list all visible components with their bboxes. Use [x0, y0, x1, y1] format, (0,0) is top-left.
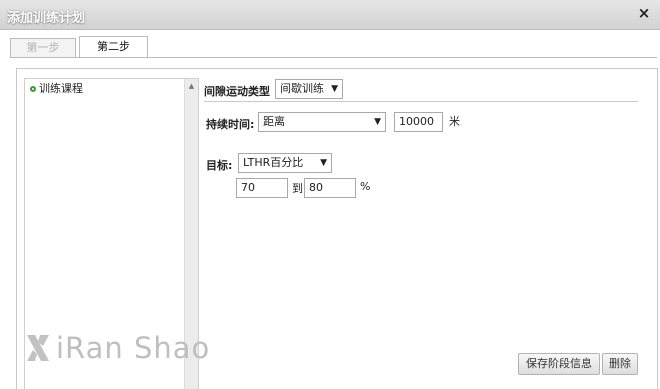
- duration-type-select[interactable]: 距离 ▼: [258, 112, 386, 132]
- duration-unit: 米: [449, 115, 460, 128]
- chevron-down-icon: ▼: [374, 117, 381, 127]
- target-from-input[interactable]: 70: [236, 178, 288, 198]
- target-unit: %: [360, 180, 371, 193]
- watermark: iRan Shao: [24, 330, 234, 366]
- delete-button[interactable]: 删除: [602, 353, 638, 375]
- target-type-select[interactable]: LTHR百分比 ▼: [238, 153, 332, 173]
- interval-type-select[interactable]: 间歇训练 ▼: [275, 79, 343, 99]
- chevron-down-icon: ▼: [320, 158, 327, 168]
- target-to-label: 到: [292, 182, 303, 195]
- tab-divider: [10, 57, 657, 58]
- target-label: 目标:: [206, 159, 233, 172]
- status-dot-icon: [30, 86, 36, 92]
- tab-step-2[interactable]: 第二步: [79, 36, 148, 58]
- watermark-logo-icon: [27, 335, 49, 361]
- save-stage-button[interactable]: 保存阶段信息: [518, 353, 600, 375]
- list-item[interactable]: 训练课程: [30, 81, 83, 97]
- duration-amount-input[interactable]: 10000: [394, 112, 443, 132]
- scroll-up-icon[interactable]: ▲: [185, 79, 198, 93]
- dialog-title: 添加训练计划: [7, 11, 86, 26]
- target-to-input[interactable]: 80: [304, 178, 356, 198]
- tab-step-1[interactable]: 第一步: [10, 38, 76, 57]
- watermark-text: iRan Shao: [56, 331, 211, 365]
- section-divider: [204, 101, 638, 102]
- duration-type-value: 距离: [263, 115, 285, 128]
- interval-type-value: 间歇训练: [280, 82, 324, 95]
- dialog-titlebar: 添加训练计划 ×: [0, 0, 660, 30]
- chevron-down-icon: ▼: [331, 84, 338, 94]
- duration-label: 持续时间:: [206, 118, 255, 131]
- target-type-value: LTHR百分比: [243, 156, 304, 169]
- interval-type-label: 间隙运动类型: [204, 85, 270, 98]
- close-icon[interactable]: ×: [637, 6, 651, 21]
- list-item-label: 训练课程: [39, 82, 83, 95]
